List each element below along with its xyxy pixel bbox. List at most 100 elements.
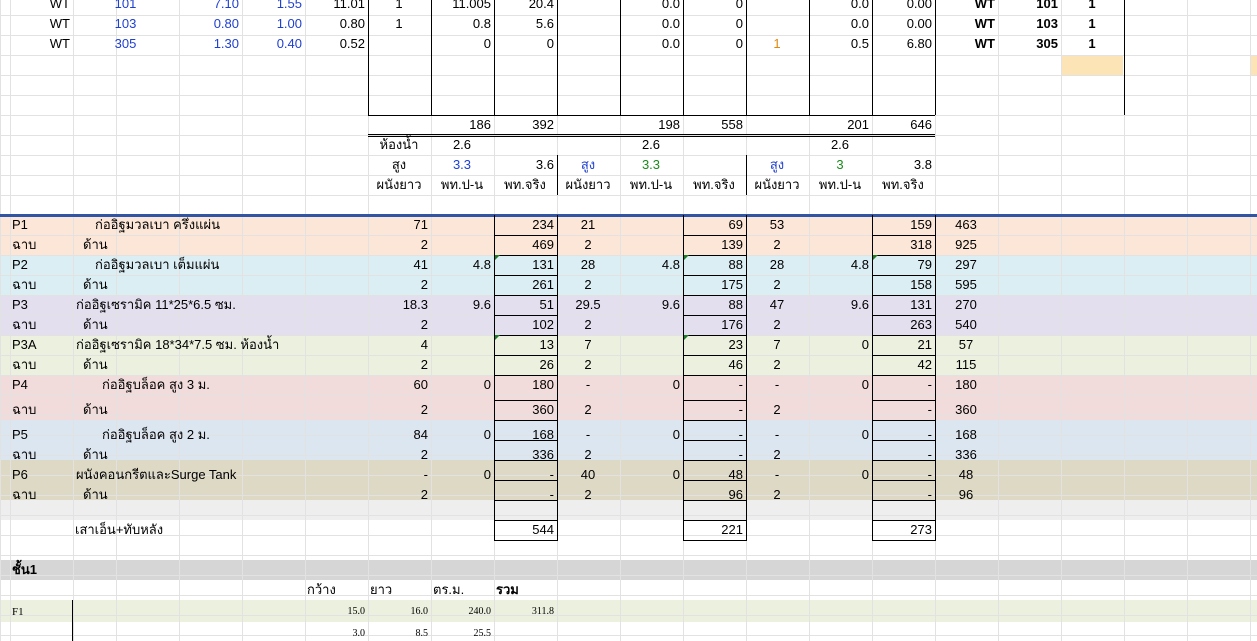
wt-value-e[interactable]: 1: [748, 34, 806, 54]
wall-value[interactable]: 4.8: [433, 255, 491, 275]
wall-value[interactable]: 23: [685, 335, 743, 355]
plaster-value[interactable]: [622, 235, 680, 255]
plaster-value[interactable]: [622, 275, 680, 295]
wt-value-a[interactable]: 11.005: [433, 0, 491, 14]
wall-value[interactable]: 4.8: [622, 255, 680, 275]
floor-length[interactable]: 8.5: [370, 624, 429, 641]
total-value[interactable]: 201: [811, 115, 869, 135]
plaster-value[interactable]: 540: [937, 315, 995, 335]
wt-count[interactable]: [370, 34, 428, 54]
column-beam-label[interactable]: เสาเอ็น+ทับหลัง: [75, 520, 302, 540]
wt-value-e[interactable]: [748, 0, 806, 14]
bathroom-value[interactable]: 2.6: [433, 135, 491, 155]
floor-area[interactable]: 240.0: [433, 602, 492, 622]
wt-type[interactable]: WT: [12, 34, 70, 54]
wt-value-a[interactable]: 0.8: [433, 14, 491, 34]
wall-value[interactable]: -: [559, 425, 617, 445]
wall-value[interactable]: 48: [937, 465, 995, 485]
wall-description[interactable]: ก่ออิฐบล็อค สูง 3 ม.: [102, 375, 392, 395]
plaster-label[interactable]: ฉาบ: [12, 235, 70, 255]
total-value[interactable]: 392: [496, 115, 554, 135]
plaster-value[interactable]: 46: [685, 355, 743, 375]
plaster-value[interactable]: [811, 235, 869, 255]
plaster-value[interactable]: 115: [937, 355, 995, 375]
wall-value[interactable]: 0: [433, 465, 491, 485]
wall-value[interactable]: -: [748, 425, 806, 445]
plaster-value[interactable]: 2: [559, 485, 617, 505]
wt-code[interactable]: 103: [75, 14, 176, 34]
wall-value[interactable]: 7: [559, 335, 617, 355]
wall-value[interactable]: 270: [937, 295, 995, 315]
wall-value[interactable]: 0: [622, 375, 680, 395]
wt-value-c[interactable]: 0.0: [622, 14, 680, 34]
wall-value[interactable]: -: [559, 375, 617, 395]
wall-value[interactable]: 234: [496, 215, 554, 235]
wall-value[interactable]: -: [496, 465, 554, 485]
wall-code[interactable]: P5: [12, 425, 70, 445]
floor-title[interactable]: ชั้น1: [12, 560, 70, 580]
wall-value[interactable]: 88: [685, 295, 743, 315]
floor-sum[interactable]: [496, 624, 554, 641]
wall-description[interactable]: ก่ออิฐมวลเบา เต็มแผ่น: [95, 255, 385, 275]
header-area-actual[interactable]: พท.จริง: [874, 175, 932, 195]
wall-value[interactable]: 0: [622, 425, 680, 445]
floor-header-area[interactable]: ตร.ม.: [433, 580, 491, 600]
wall-code[interactable]: P2: [12, 255, 70, 275]
wall-description[interactable]: ก่ออิฐมวลเบา ครึ่งแผ่น: [95, 215, 385, 235]
plaster-value[interactable]: [622, 315, 680, 335]
wall-description[interactable]: ผนังคอนกรีตและSurge Tank: [76, 465, 366, 485]
header-wall-length[interactable]: ผนังยาว: [559, 175, 617, 195]
wall-value[interactable]: 9.6: [433, 295, 491, 315]
plaster-value[interactable]: [622, 445, 680, 465]
wt-value-f[interactable]: 0.0: [811, 0, 869, 14]
wt-value-d[interactable]: 0: [685, 0, 743, 14]
wall-value[interactable]: 60: [370, 375, 428, 395]
wt-value-f[interactable]: 0.0: [811, 14, 869, 34]
column-beam-value[interactable]: 221: [685, 520, 743, 540]
plaster-value[interactable]: [433, 275, 491, 295]
plaster-value[interactable]: 2: [370, 355, 428, 375]
plaster-side-label[interactable]: ด้าน: [83, 445, 184, 465]
plaster-side-label[interactable]: ด้าน: [83, 315, 184, 335]
wall-value[interactable]: 48: [685, 465, 743, 485]
wt-length[interactable]: 1.00: [244, 14, 302, 34]
wall-value[interactable]: 41: [370, 255, 428, 275]
floor-header-sum[interactable]: รวม: [496, 580, 554, 600]
plaster-value[interactable]: 26: [496, 355, 554, 375]
wt-area[interactable]: 11.01: [307, 0, 365, 14]
wt-value-d[interactable]: 0: [685, 34, 743, 54]
plaster-value[interactable]: 2: [370, 445, 428, 465]
plaster-value[interactable]: 2: [748, 355, 806, 375]
wt-value-b[interactable]: 20.4: [496, 0, 554, 14]
plaster-value[interactable]: 96: [685, 485, 743, 505]
wall-value[interactable]: 159: [874, 215, 932, 235]
bathroom-value[interactable]: 2.6: [811, 135, 869, 155]
plaster-value[interactable]: [811, 275, 869, 295]
plaster-value[interactable]: 2: [370, 275, 428, 295]
plaster-value[interactable]: 2: [559, 315, 617, 335]
plaster-side-label[interactable]: ด้าน: [83, 355, 184, 375]
plaster-side-label[interactable]: ด้าน: [83, 235, 184, 255]
wall-value[interactable]: 4: [370, 335, 428, 355]
height-value[interactable]: 3.8: [874, 155, 932, 175]
wt-length[interactable]: 0.40: [244, 34, 302, 54]
wall-value[interactable]: 168: [496, 425, 554, 445]
wt-value-c[interactable]: 0.0: [622, 34, 680, 54]
wt-ref-code[interactable]: 305: [1000, 34, 1058, 54]
total-value[interactable]: 558: [685, 115, 743, 135]
wall-value[interactable]: -: [748, 465, 806, 485]
plaster-value[interactable]: 2: [559, 235, 617, 255]
wall-value[interactable]: 18.3: [370, 295, 428, 315]
height-value[interactable]: 3.3: [433, 155, 491, 175]
wall-value[interactable]: 88: [685, 255, 743, 275]
wt-ref-type[interactable]: WT: [937, 34, 995, 54]
floor-code[interactable]: [12, 624, 70, 641]
plaster-label[interactable]: ฉาบ: [12, 275, 70, 295]
plaster-value[interactable]: [622, 400, 680, 420]
wt-area[interactable]: 0.52: [307, 34, 365, 54]
plaster-value[interactable]: [622, 485, 680, 505]
plaster-value[interactable]: [433, 315, 491, 335]
wall-value[interactable]: 28: [748, 255, 806, 275]
plaster-value[interactable]: 158: [874, 275, 932, 295]
wall-value[interactable]: [433, 215, 491, 235]
